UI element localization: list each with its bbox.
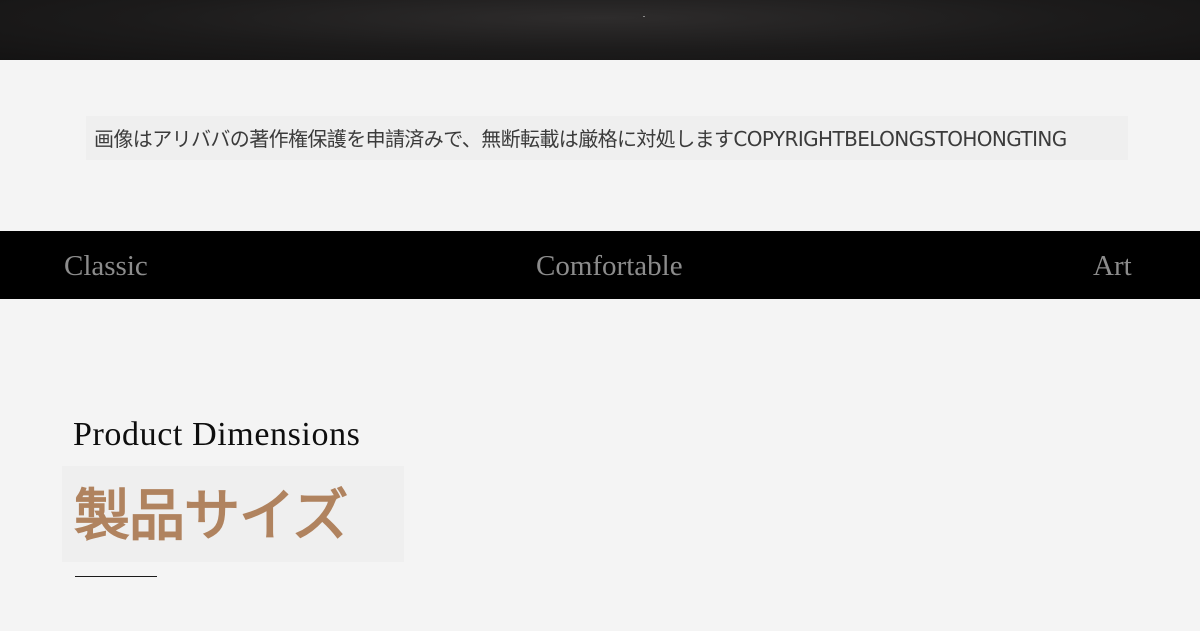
- section-title-english: Product Dimensions: [73, 416, 361, 453]
- tagline-classic: Classic: [64, 250, 148, 282]
- section-title-japanese: 製品サイズ: [74, 484, 348, 549]
- tagline-comfortable: Comfortable: [536, 250, 683, 282]
- tagline-art: Art: [1093, 250, 1132, 282]
- top-dark-band: [0, 0, 1200, 60]
- copyright-notice: 画像はアリババの著作権保護を申請済みで、無断転載は厳格に対処しますCOPYRIG…: [94, 127, 1067, 151]
- section-title-underline: [75, 576, 157, 577]
- texture-speck: [643, 16, 645, 17]
